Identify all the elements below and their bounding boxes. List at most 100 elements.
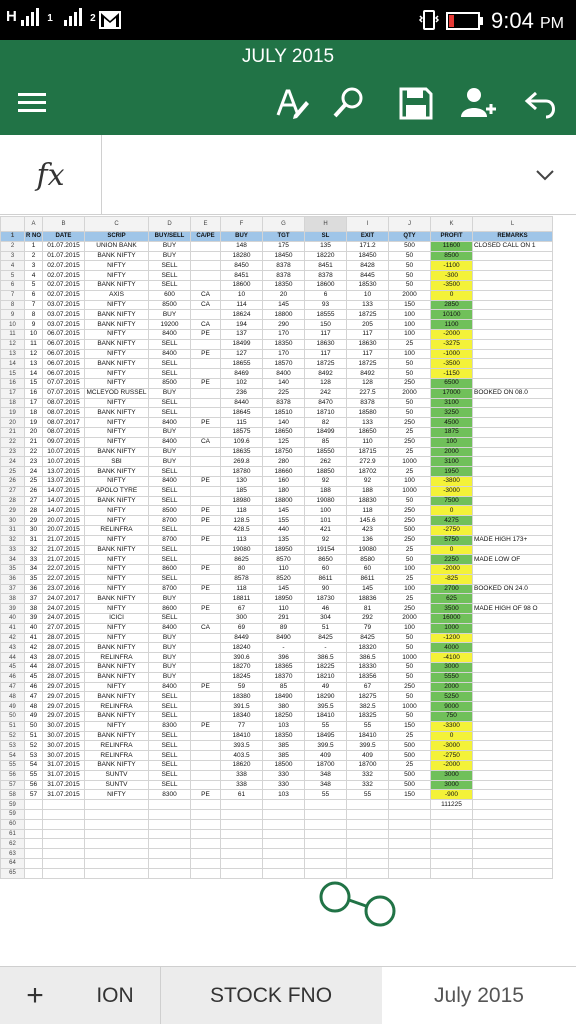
table-cell[interactable]: SELL [148,779,191,791]
table-cell[interactable] [190,711,221,722]
table-cell[interactable]: 25 [388,593,431,605]
table-cell[interactable]: 22 [24,446,43,458]
table-cell[interactable]: 61 [220,789,263,801]
table-cell[interactable]: 22.07.2015 [42,573,85,585]
table-cell[interactable]: 18275 [346,691,389,703]
table-cell[interactable]: 13.07.2015 [42,475,85,487]
table-cell[interactable]: 18350 [262,730,305,742]
table-cell[interactable]: 100 [388,564,431,575]
table-cell[interactable]: BUY [148,426,191,438]
table-cell[interactable]: 100 [388,319,431,330]
table-cell[interactable] [220,809,263,820]
table-cell[interactable]: 500 [388,740,431,752]
table-cell[interactable]: BANK NIFTY [84,593,149,605]
table-cell[interactable]: 18555 [304,309,347,321]
table-cell[interactable]: 18500 [262,760,305,771]
table-cell[interactable]: 128.5 [220,515,263,526]
table-cell[interactable]: 02.07.2015 [42,260,85,272]
table-cell[interactable]: 8451 [304,260,347,272]
spreadsheet-grid[interactable]: ABCDEFGHIJKL1R NO DATE SCRIP BUY/SELL CA/PE B… [0,216,576,966]
table-cell[interactable]: 8580 [346,554,389,566]
table-cell[interactable]: 38 [24,603,43,615]
table-cell[interactable]: 409 [304,750,347,762]
table-cell[interactable]: NIFTY [84,564,149,575]
table-cell[interactable]: 242 [304,387,347,399]
table-cell[interactable]: 16000 [430,613,473,624]
row-number[interactable]: 16 [0,377,25,389]
table-cell[interactable]: 8492 [304,368,347,379]
table-cell[interactable]: 18800 [262,309,305,321]
row-number[interactable]: 57 [0,779,25,791]
table-cell[interactable]: 35 [24,573,43,585]
table-cell[interactable]: NIFTY [84,348,149,360]
table-cell[interactable]: RELINFRA [84,750,149,762]
table-cell[interactable]: SBI [84,456,149,468]
table-cell[interactable] [388,818,431,830]
table-cell[interactable] [42,809,85,820]
table-cell[interactable]: 1000 [388,652,431,664]
table-cell[interactable]: 19080 [304,495,347,507]
table-cell[interactable]: 117 [346,348,389,360]
table-cell[interactable]: 0 [430,544,473,556]
table-cell[interactable]: 50 [388,495,431,507]
table-cell[interactable]: -3275 [430,338,473,350]
table-cell[interactable]: 89 [262,622,305,634]
table-cell[interactable]: 250 [388,534,431,546]
table-cell[interactable]: 10100 [430,309,473,321]
table-cell[interactable]: NIFTY [84,475,149,487]
table-cell[interactable]: 8611 [304,573,347,585]
table-cell[interactable]: 8451 [220,270,263,281]
table-cell[interactable]: 5550 [430,671,473,683]
table-cell[interactable]: SELL [148,750,191,762]
table-cell[interactable]: 8500 [148,299,191,311]
table-cell[interactable]: 50 [388,632,431,644]
table-cell[interactable] [304,818,347,830]
table-cell[interactable]: BANK NIFTY [84,407,149,419]
header-cell[interactable]: PROFIT [430,231,473,242]
table-cell[interactable]: 338 [220,769,263,781]
table-cell[interactable]: 3500 [430,603,473,615]
table-cell[interactable]: 100 [388,309,431,321]
table-cell[interactable] [42,828,85,840]
table-cell[interactable]: 180 [262,485,305,497]
table-cell[interactable]: 2 [24,250,43,262]
table-cell[interactable]: 8470 [304,397,347,409]
table-cell[interactable]: BANK NIFTY [84,711,149,722]
table-cell[interactable]: 291 [262,613,305,624]
table-cell[interactable] [472,515,553,526]
table-cell[interactable]: 14.07.2015 [42,495,85,507]
table-cell[interactable] [472,652,553,664]
table-cell[interactable]: 262 [304,456,347,468]
table-cell[interactable]: 428.5 [220,524,263,536]
table-cell[interactable]: 02.07.2015 [42,270,85,281]
table-cell[interactable]: 395.5 [304,701,347,713]
table-cell[interactable]: SELL [148,573,191,585]
table-cell[interactable]: SELL [148,279,191,291]
table-cell[interactable] [148,867,191,879]
table-cell[interactable]: SELL [148,485,191,497]
row-number[interactable]: 45 [0,662,25,673]
table-cell[interactable]: RELINFRA [84,701,149,713]
table-cell[interactable]: 18240 [220,642,263,654]
table-cell[interactable]: 19 [24,417,43,428]
table-cell[interactable]: SELL [148,270,191,281]
table-cell[interactable]: 399.5 [304,740,347,752]
table-cell[interactable]: 53 [24,750,43,762]
table-cell[interactable]: 25 [388,446,431,458]
table-cell[interactable]: 85 [304,436,347,448]
table-cell[interactable] [84,818,149,830]
table-cell[interactable]: 56 [24,779,43,791]
table-cell[interactable]: 18245 [220,671,263,683]
table-cell[interactable] [148,838,191,850]
table-cell[interactable]: 2000 [430,446,473,458]
table-cell[interactable]: 136 [346,534,389,546]
table-cell[interactable]: 332 [346,779,389,791]
table-cell[interactable] [190,544,221,556]
text-format-icon[interactable] [272,85,312,121]
table-cell[interactable]: 06.07.2015 [42,358,85,370]
table-cell[interactable]: 399.5 [346,740,389,752]
table-cell[interactable] [24,848,43,859]
table-cell[interactable]: 118 [220,505,263,517]
table-cell[interactable] [304,828,347,840]
row-number[interactable]: 4 [0,260,25,272]
